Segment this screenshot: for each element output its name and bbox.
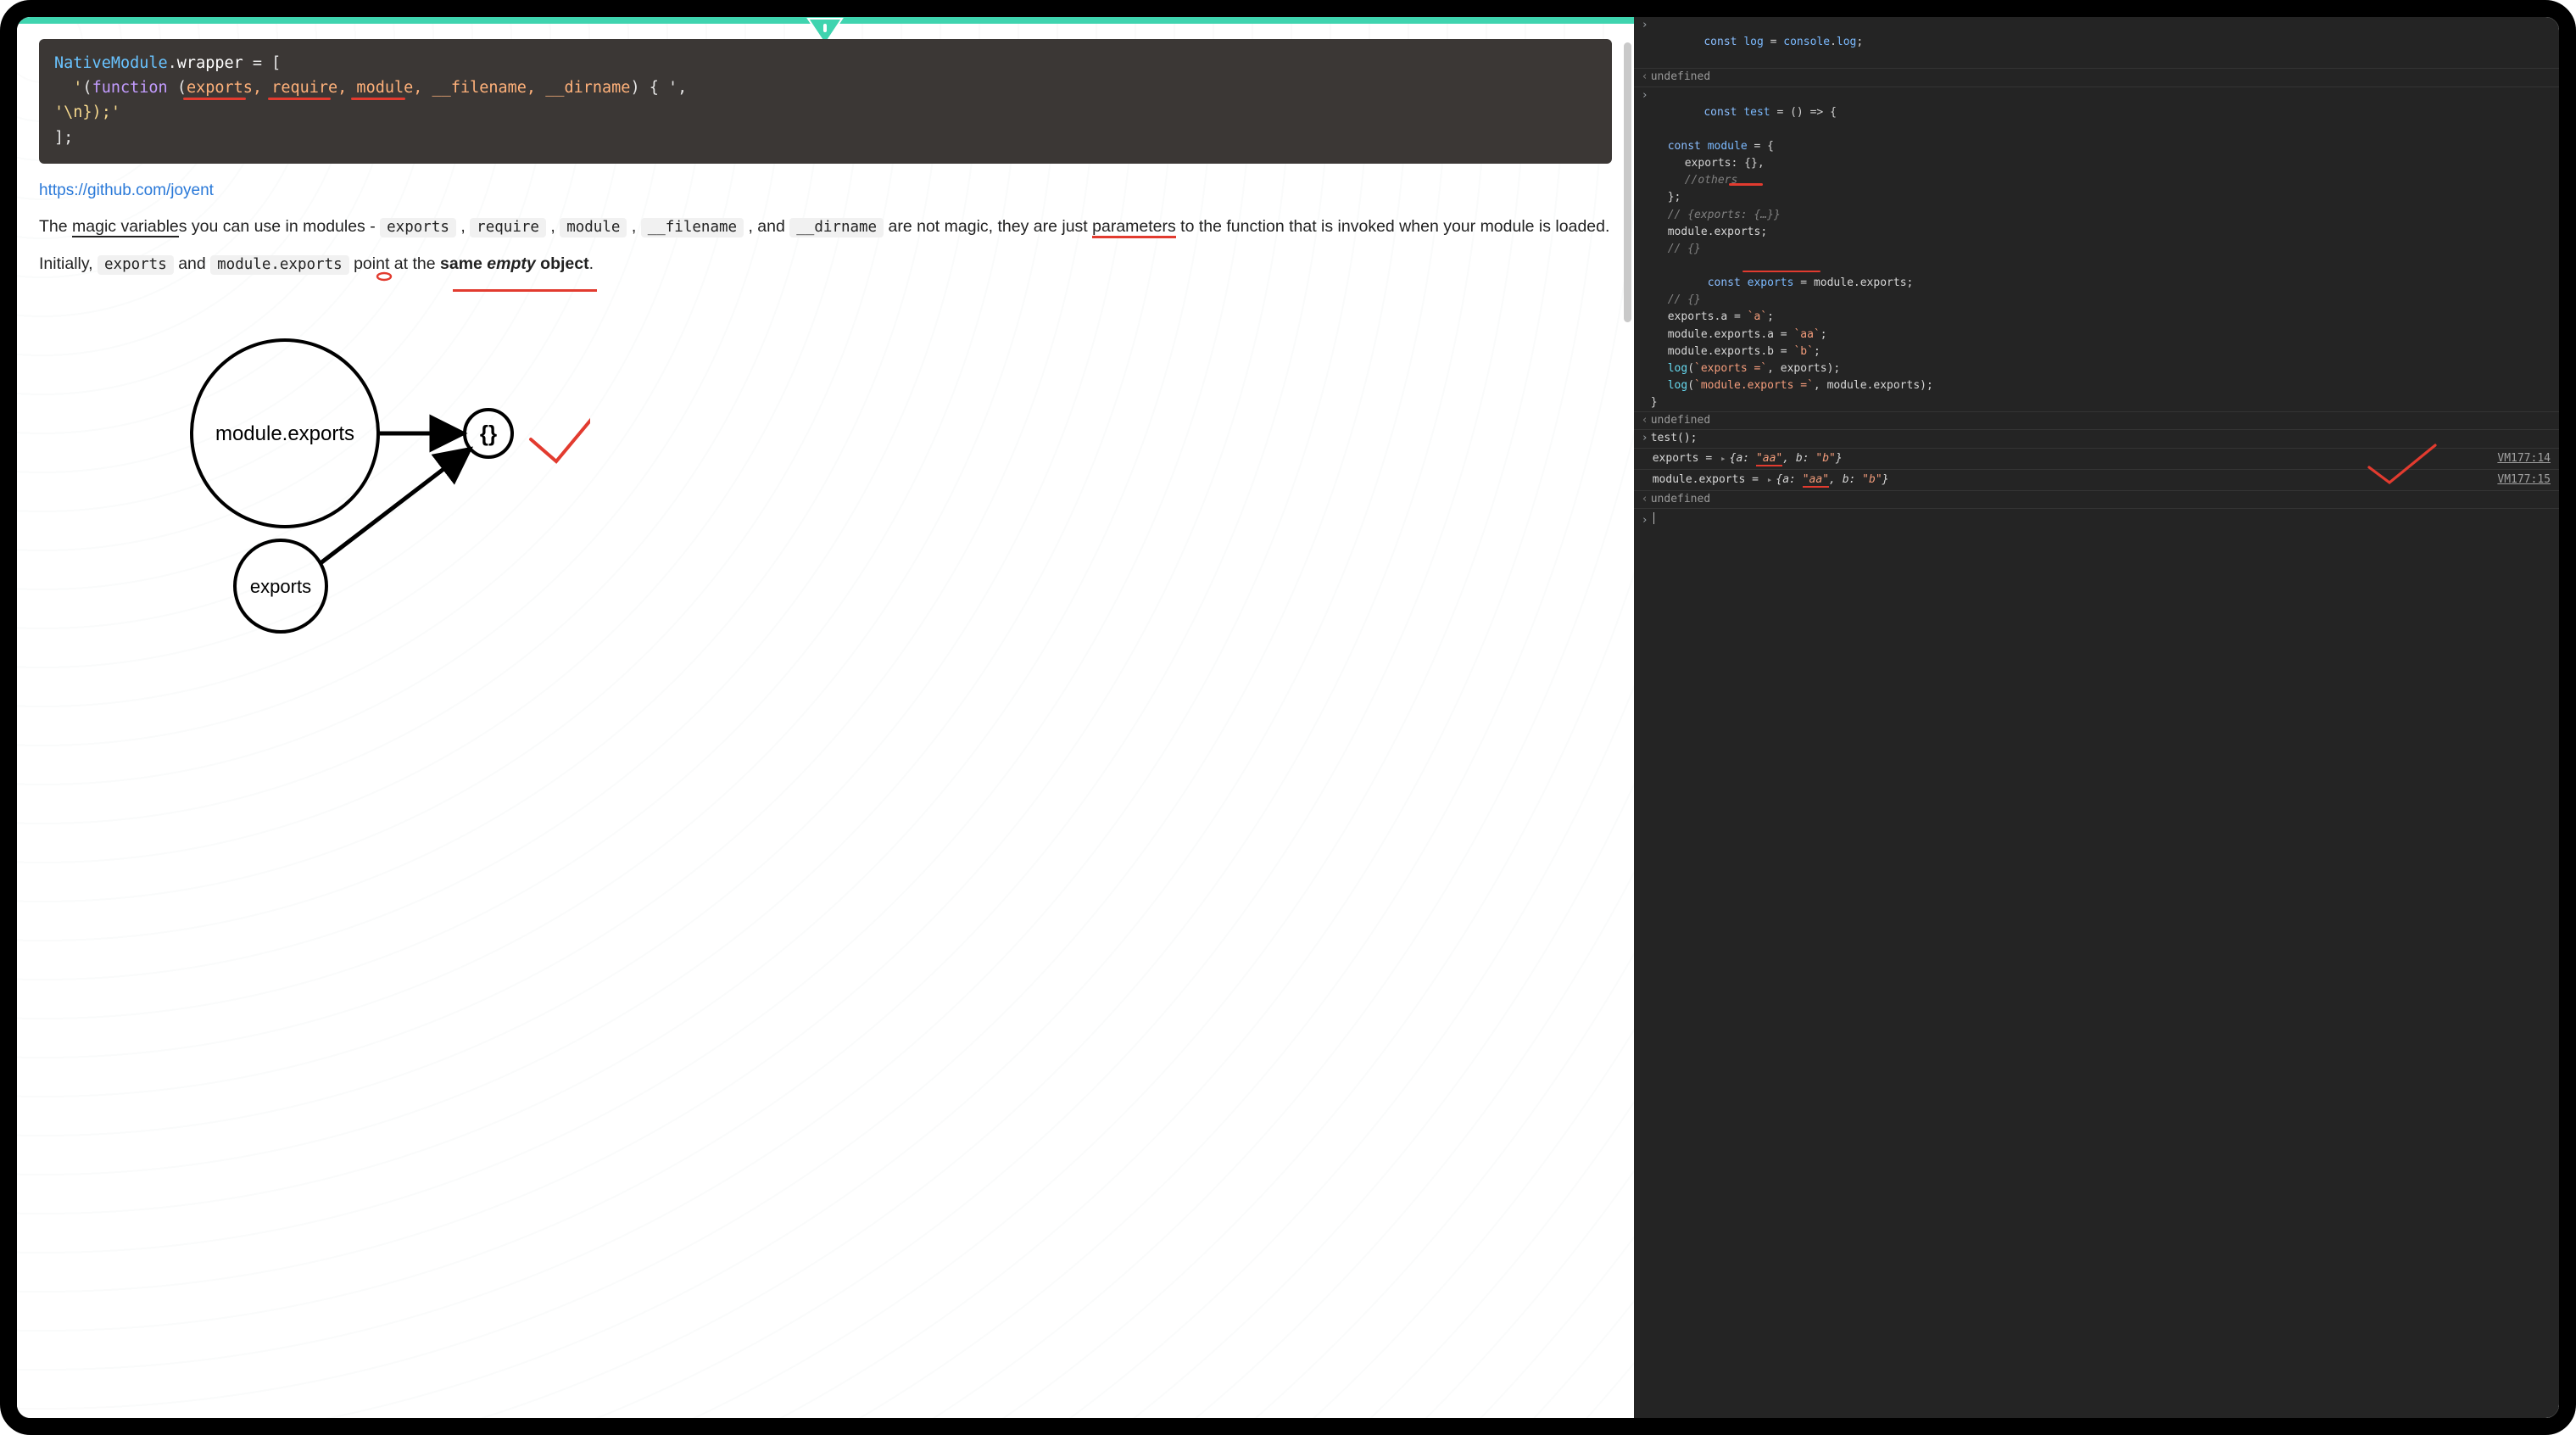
paragraph-1: The magic variables you can use in modul… xyxy=(39,215,1612,238)
progress-bar xyxy=(17,17,1634,24)
paragraph-2: Initially, exports and module.exports po… xyxy=(39,253,1612,299)
exports-diagram: module.exports exports {} xyxy=(39,327,590,641)
code-pill-exports2: exports xyxy=(98,255,174,275)
annotation-underline xyxy=(453,289,597,292)
code-pill-filename: __filename xyxy=(641,218,744,237)
annotation-circle-icon xyxy=(376,271,394,283)
diagram-label-empty-object: {} xyxy=(480,421,497,446)
console-return-line: undefined xyxy=(1634,491,2559,508)
code-pill-moduleexports: module.exports xyxy=(210,255,349,275)
return-icon xyxy=(1639,69,1651,86)
code-block: NativeModule.wrapper = [ '(function (exp… xyxy=(39,39,1612,164)
return-icon xyxy=(1639,412,1651,429)
console-input-line: const test = () => { xyxy=(1634,87,2559,138)
diagram-label-module-exports: module.exports xyxy=(215,422,354,445)
console-return-line: undefined xyxy=(1634,69,2559,86)
code-pill-exports: exports xyxy=(380,218,456,237)
code-text: NativeModule xyxy=(54,54,168,72)
prompt-icon xyxy=(1639,17,1651,68)
annotation-underline xyxy=(1729,183,1763,186)
diagram-label-exports: exports xyxy=(250,576,311,597)
code-pill-require: require xyxy=(470,218,546,237)
prompt-icon xyxy=(1639,87,1651,138)
source-link[interactable]: VM177:15 xyxy=(2497,472,2551,489)
article-panel: NativeModule.wrapper = [ '(function (exp… xyxy=(17,17,1634,1418)
source-link[interactable]: VM177:14 xyxy=(2497,450,2551,467)
return-icon xyxy=(1639,491,1651,508)
text-cursor xyxy=(1653,512,1654,524)
console-prompt[interactable] xyxy=(1634,509,2559,529)
annotation-check-icon xyxy=(2364,442,2440,489)
console-return-line: undefined xyxy=(1634,412,2559,429)
prompt-icon xyxy=(1639,512,1651,529)
console-input-line: const log = console.log; xyxy=(1634,17,2559,68)
devtools-console[interactable]: const log = console.log; undefined const… xyxy=(1634,17,2559,1418)
code-pill-module: module xyxy=(560,218,627,237)
source-link[interactable]: https://github.com/joyent xyxy=(39,180,214,203)
prompt-icon xyxy=(1639,430,1651,447)
code-pill-dirname: __dirname xyxy=(789,218,884,237)
